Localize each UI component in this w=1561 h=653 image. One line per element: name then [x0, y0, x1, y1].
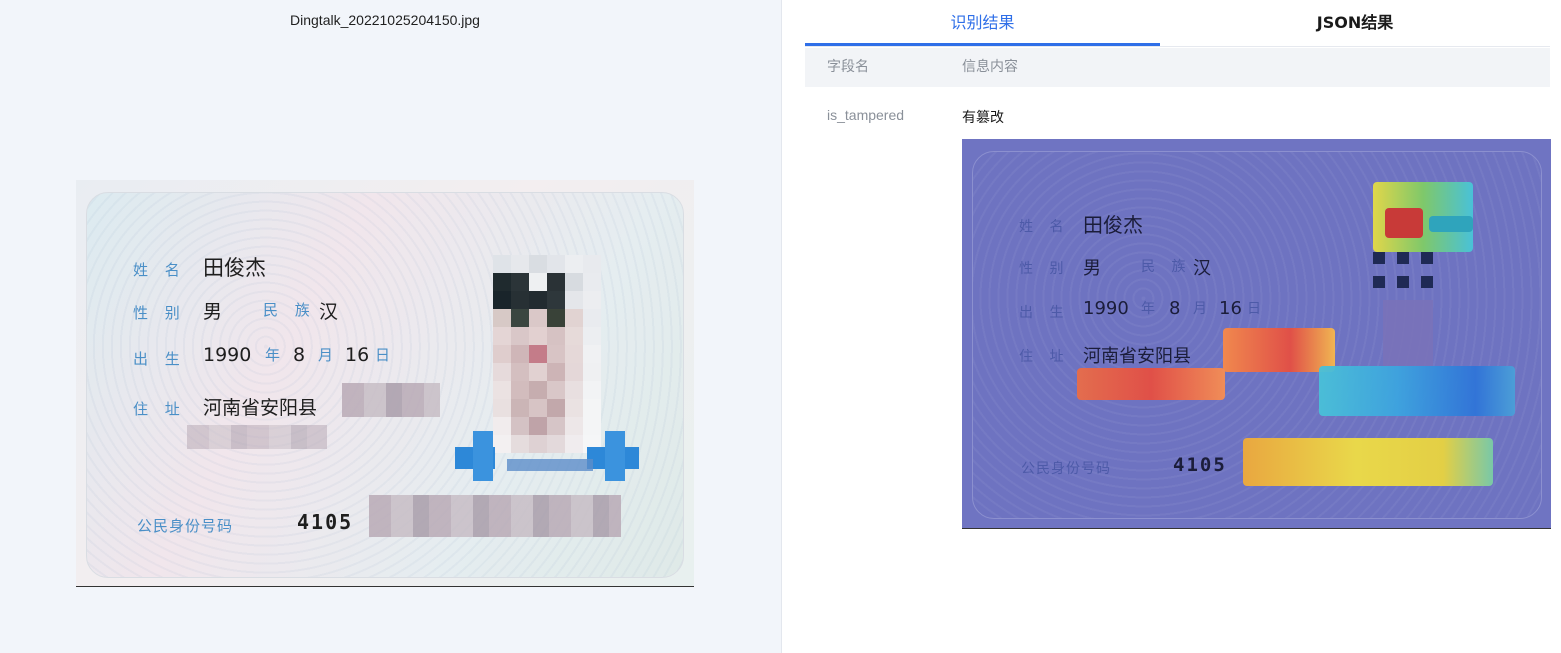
overlay-birth-label: 出 生: [1019, 305, 1070, 321]
overlay-gender-label: 性 别: [1019, 261, 1070, 277]
card-id-label: 公民身份号码: [137, 517, 234, 535]
heatmap-region-collar: [1319, 366, 1515, 416]
overlay-gender: 男: [1083, 258, 1101, 279]
result-tabs: 识别结果 JSON结果: [805, 0, 1550, 47]
card-address: 河南省安阳县: [203, 397, 318, 419]
collar-left-2: [473, 431, 493, 481]
card-month-char: 月: [318, 346, 334, 364]
card-ethnicity-label: 民 族: [263, 301, 316, 319]
card-id-prefix: 4105: [297, 510, 354, 534]
column-info-content: 信息内容: [962, 59, 1018, 75]
heatmap-hotspot-photo: [1385, 208, 1423, 238]
overlay-ethnicity: 汉: [1193, 258, 1211, 279]
collar-right-2: [605, 431, 625, 481]
card-birth-day: 16: [345, 344, 370, 366]
card-birth-year: 1990: [203, 344, 252, 366]
tamper-heatmap-image: 姓 名 田俊杰 性 别 男 民 族 汉 出 生 1990 年 8 月 16 日 …: [962, 139, 1551, 529]
portrait-dot: [1397, 252, 1409, 264]
portrait-dot: [1373, 276, 1385, 288]
overlay-address: 河南省安阳县: [1083, 346, 1191, 367]
card-day-char: 日: [375, 346, 391, 364]
card-name-label: 姓 名: [133, 261, 186, 279]
file-name: Dingtalk_20221025204150.jpg: [290, 12, 480, 28]
id-card-overlay: 姓 名 田俊杰 性 别 男 民 族 汉 出 生 1990 年 8 月 16 日 …: [972, 151, 1542, 519]
overlay-year-char: 年: [1141, 301, 1155, 317]
heatmap-region-address: [1223, 328, 1335, 372]
portrait-mosaic: [493, 255, 601, 461]
tab-json-result[interactable]: JSON结果: [1160, 0, 1550, 46]
portrait-dot: [1421, 252, 1433, 264]
portrait-dot: [1421, 276, 1433, 288]
overlay-name: 田俊杰: [1083, 213, 1143, 237]
overlay-name-label: 姓 名: [1019, 219, 1070, 235]
overlay-day-char: 日: [1247, 301, 1261, 317]
image-preview-panel: Dingtalk_20221025204150.jpg 姓 名 田俊杰 性 别 …: [0, 0, 782, 653]
field-value-is-tampered: 有篡改: [962, 110, 1004, 126]
card-gender: 男: [203, 301, 223, 323]
table-header: 字段名 信息内容: [805, 48, 1550, 87]
card-gender-label: 性 别: [133, 304, 186, 322]
overlay-birth-month: 8: [1169, 298, 1181, 319]
field-key-is-tampered: is_tampered: [827, 107, 905, 123]
result-panel: 识别结果 JSON结果 字段名 信息内容 is_tampered 有篡改 姓 名…: [783, 0, 1561, 653]
id-card: 姓 名 田俊杰 性 别 男 民 族 汉 出 生 1990 年 8 月 16 日 …: [86, 192, 684, 578]
overlay-id-prefix: 4105: [1173, 454, 1227, 476]
card-address-label: 住 址: [133, 400, 186, 418]
overlay-address-label: 住 址: [1019, 349, 1070, 365]
portrait-dot: [1373, 252, 1385, 264]
card-year-char: 年: [265, 346, 281, 364]
overlay-id-label: 公民身份号码: [1021, 461, 1111, 477]
tab-recognition-result[interactable]: 识别结果: [805, 0, 1160, 46]
collar-center: [507, 459, 593, 471]
overlay-month-char: 月: [1193, 301, 1207, 317]
card-birth-month: 8: [293, 344, 306, 366]
card-ethnicity: 汉: [319, 301, 339, 323]
overlay-ethnicity-label: 民 族: [1141, 259, 1192, 275]
heatmap-region-photo-right: [1429, 216, 1473, 232]
address-redaction: [342, 383, 440, 417]
column-field-name: 字段名: [827, 59, 869, 75]
address-redaction-2: [187, 425, 327, 449]
card-birth-label: 出 生: [133, 350, 186, 368]
id-number-redaction: [369, 495, 621, 537]
heatmap-region-address-2: [1077, 368, 1225, 400]
card-name: 田俊杰: [203, 256, 266, 280]
overlay-birth-day: 16: [1219, 298, 1242, 319]
overlay-birth-year: 1990: [1083, 298, 1129, 319]
heatmap-region-id-number: [1243, 438, 1493, 486]
original-id-card-image: 姓 名 田俊杰 性 别 男 民 族 汉 出 生 1990 年 8 月 16 日 …: [76, 180, 694, 587]
portrait-dot: [1397, 276, 1409, 288]
